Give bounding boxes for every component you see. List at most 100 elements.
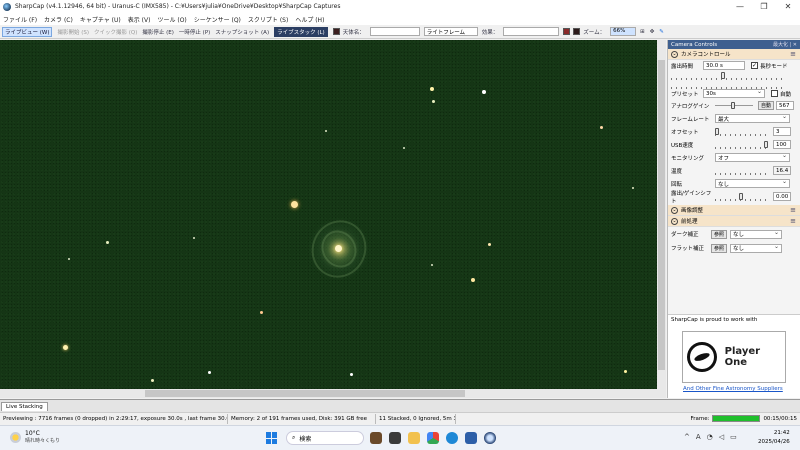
flat-dropdown[interactable]: なし <box>730 243 783 253</box>
capture-stop-button[interactable]: 撮影停止 (E) <box>142 28 174 36</box>
menu-camera[interactable]: カメラ (C) <box>44 15 73 24</box>
exposure-row: 露出時間 30.0 s ✓ 長秒モード <box>668 60 800 71</box>
close-button[interactable]: ✕ <box>776 0 800 13</box>
hamburger-icon[interactable]: ≡ <box>790 206 796 214</box>
store-icon[interactable] <box>465 432 477 444</box>
frame-rate-dropdown[interactable]: 最大 <box>715 113 790 123</box>
preset-dropdown[interactable]: 30s <box>703 88 765 98</box>
offset-input[interactable]: 3 <box>773 127 791 136</box>
flat-label: フラット補正 <box>671 246 705 252</box>
menu-sequencer[interactable]: シーケンサー (Q) <box>194 15 241 24</box>
exposure-fine-slider[interactable] <box>671 81 786 89</box>
taskbar-search[interactable]: ⌕ 検索 <box>286 431 364 445</box>
exposure-fine-row <box>668 80 800 89</box>
ime-icon[interactable]: A <box>696 433 701 441</box>
weather-widget[interactable]: 10°C 晴れ時々くもり <box>10 430 60 444</box>
player-one-logo[interactable]: Player One <box>682 331 786 383</box>
sharpcap-taskbar-icon[interactable] <box>484 432 496 444</box>
image-viewer[interactable] <box>0 40 657 389</box>
horizontal-scrollbar[interactable] <box>0 389 666 398</box>
rotation-dropdown[interactable]: なし <box>715 178 790 188</box>
frame-time: 00:15/00:15 <box>763 415 797 422</box>
menu-view[interactable]: 表示 (V) <box>128 15 151 24</box>
rotation-label: 回転 <box>671 181 683 188</box>
battery-icon[interactable]: ▭ <box>730 433 737 441</box>
star <box>208 371 211 374</box>
edge-icon[interactable] <box>446 432 458 444</box>
auto-exposure-checkbox[interactable] <box>771 90 778 97</box>
quick-capture-button[interactable]: クイック撮影 (Q) <box>94 28 137 36</box>
live-stack-button[interactable]: ライブスタック (L) <box>274 26 328 37</box>
taskbar: 10°C 晴れ時々くもり ⌕ 検索 ^ A ◔ ◁ ▭ 21:42 2025/0… <box>0 425 800 450</box>
exposure-input[interactable]: 30.0 s <box>703 61 745 70</box>
suppliers-link[interactable]: And Other Fine Astronomy Suppliers <box>683 386 783 392</box>
vertical-scrollbar[interactable] <box>657 40 666 389</box>
star <box>68 258 70 260</box>
windows-start-icon[interactable] <box>266 432 278 444</box>
exposure-slider[interactable] <box>671 72 786 80</box>
menu-tools[interactable]: ツール (O) <box>157 15 186 24</box>
exposure-shift-input[interactable]: 0.00 <box>773 192 791 201</box>
menu-capture[interactable]: キャプチャ (U) <box>80 15 121 24</box>
minimize-button[interactable]: — <box>728 0 752 13</box>
flat-browse-button[interactable]: 参照 <box>711 243 728 253</box>
pan-icon[interactable]: ✥ <box>650 29 655 35</box>
vertical-scroll-thumb[interactable] <box>658 60 665 370</box>
panel-title: Camera Controls <box>671 41 718 48</box>
panel-header: Camera Controls 最大化 | ✕ <box>668 40 800 49</box>
menu-scripting[interactable]: スクリプト (S) <box>248 15 288 24</box>
panel-header-controls[interactable]: 最大化 | ✕ <box>773 41 797 48</box>
gain-input[interactable]: 567 <box>776 101 795 110</box>
menu-help[interactable]: ヘルプ (H) <box>295 15 324 24</box>
exposure-shift-slider[interactable] <box>715 193 768 201</box>
dark-dropdown[interactable]: なし <box>730 229 783 239</box>
player-one-logo-icon <box>687 342 717 372</box>
tab-live-stacking[interactable]: Live Stacking <box>1 401 48 411</box>
monitoring-dropdown[interactable]: オフ <box>715 152 790 162</box>
task-view-icon[interactable] <box>370 432 382 444</box>
gain-auto-button[interactable]: 自動 <box>758 101 775 110</box>
clock[interactable]: 21:42 2025/04/26 <box>758 429 790 447</box>
clock-time: 21:42 <box>773 430 790 436</box>
offset-slider[interactable] <box>715 128 768 136</box>
pause-button[interactable]: 一時停止 (P) <box>179 28 210 36</box>
gain-slider[interactable] <box>715 102 753 109</box>
usb-slider[interactable] <box>715 141 768 149</box>
menu-file[interactable]: ファイル (F) <box>3 15 37 24</box>
camera-control-section[interactable]: ⌄ カメラコントロール ≡ <box>668 49 800 60</box>
chrome-icon[interactable] <box>427 432 439 444</box>
reticule-color-icon[interactable] <box>563 28 571 35</box>
pin-icon[interactable]: ✎ <box>659 29 664 35</box>
exposure-label: 露出時間 <box>671 63 694 70</box>
chevron-down-icon: ⌄ <box>671 206 678 214</box>
frame-type-select[interactable]: ライトフレーム <box>423 27 478 36</box>
file-explorer-icon[interactable] <box>408 432 420 444</box>
capture-start-button[interactable]: 撮影開始 (S) <box>57 28 89 36</box>
tray-overflow-icon[interactable]: ^ <box>684 433 690 441</box>
dark-browse-button[interactable]: 参照 <box>711 229 728 239</box>
preset-row: プリセット 30s 自動 <box>668 88 800 99</box>
image-adjust-section[interactable]: ⌄ 画像調整 ≡ <box>668 205 800 216</box>
star <box>350 373 353 376</box>
terminal-icon[interactable] <box>389 432 401 444</box>
hamburger-icon[interactable]: ≡ <box>790 217 796 225</box>
horizontal-scroll-thumb[interactable] <box>145 390 465 397</box>
weather-temp: 10°C <box>25 430 40 437</box>
system-tray: ^ A ◔ ◁ ▭ <box>684 433 743 441</box>
wifi-icon[interactable]: ◔ <box>707 433 713 441</box>
zoom-select[interactable]: 66% <box>610 27 637 36</box>
long-mode-checkbox[interactable]: ✓ <box>751 62 758 69</box>
usb-input[interactable]: 100 <box>773 140 791 149</box>
histogram-icon[interactable] <box>332 28 340 35</box>
hamburger-icon[interactable]: ≡ <box>790 50 796 58</box>
object-name-select[interactable] <box>369 27 420 36</box>
speaker-icon[interactable]: ◁ <box>719 433 724 441</box>
snapshot-button[interactable]: スナップショット (A) <box>215 28 269 36</box>
live-view-button[interactable]: ライブビュー (W) <box>2 26 53 37</box>
zoom-fit-icon[interactable]: ⊞ <box>640 29 645 35</box>
effect-select[interactable] <box>503 27 560 36</box>
maximize-button[interactable]: ❐ <box>752 0 776 13</box>
preprocess-section[interactable]: ⌄ 前処理 ≡ <box>668 216 800 227</box>
clock-date: 2025/04/26 <box>758 439 790 445</box>
focus-color-icon[interactable] <box>573 28 581 35</box>
